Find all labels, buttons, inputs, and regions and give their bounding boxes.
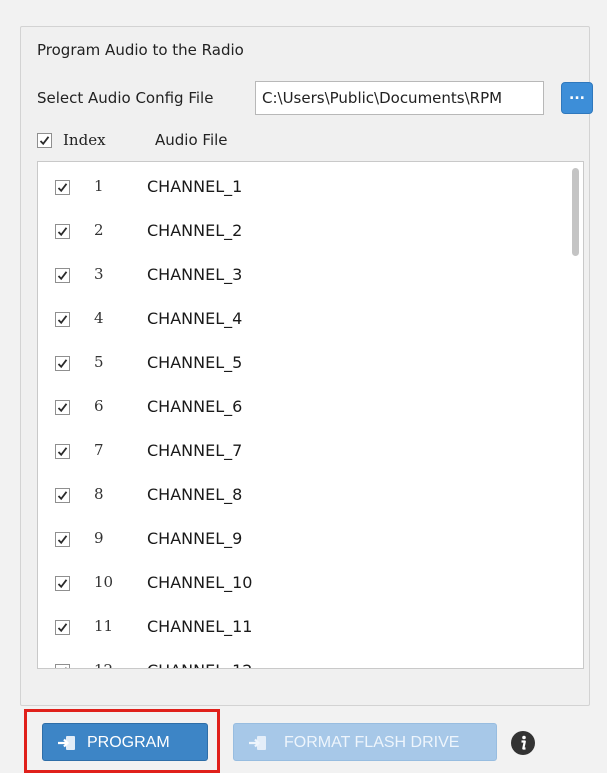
row-index: 12 [94, 661, 113, 668]
row-index: 7 [94, 441, 104, 459]
index-column-header: Index [63, 131, 106, 149]
table-row[interactable]: 11 CHANNEL_11 [38, 606, 558, 650]
table-row[interactable]: 2 CHANNEL_2 [38, 210, 558, 254]
table-row[interactable]: 3 CHANNEL_3 [38, 254, 558, 298]
row-audio-file: CHANNEL_5 [147, 353, 243, 372]
row-audio-file: CHANNEL_10 [147, 573, 253, 592]
table-row[interactable]: 10 CHANNEL_10 [38, 562, 558, 606]
program-button-highlight [24, 709, 220, 773]
audio-file-list[interactable]: 1 CHANNEL_1 2 CHANNEL_2 3 CHANNEL_3 4 CHANNEL_4… [37, 161, 584, 669]
table-row[interactable]: 5 CHANNEL_5 [38, 342, 558, 386]
row-checkbox[interactable] [55, 180, 70, 195]
row-index: 3 [94, 265, 104, 283]
row-audio-file: CHANNEL_4 [147, 309, 243, 328]
table-row[interactable]: 4 CHANNEL_4 [38, 298, 558, 342]
row-audio-file: CHANNEL_9 [147, 529, 243, 548]
row-audio-file: CHANNEL_12 [147, 661, 252, 668]
row-index: 5 [94, 353, 104, 371]
row-checkbox[interactable] [55, 664, 70, 668]
row-audio-file: CHANNEL_7 [147, 441, 243, 460]
row-checkbox[interactable] [55, 444, 70, 459]
row-audio-file: CHANNEL_6 [147, 397, 243, 416]
info-icon[interactable] [511, 731, 535, 755]
usb-arrow-icon [249, 736, 266, 750]
scrollbar-thumb[interactable] [572, 168, 579, 256]
program-audio-panel: Program Audio to the Radio Select Audio … [20, 26, 593, 706]
row-checkbox[interactable] [55, 268, 70, 283]
row-checkbox[interactable] [55, 356, 70, 371]
format-flash-drive-button[interactable]: FORMAT FLASH DRIVE [233, 723, 497, 761]
row-checkbox[interactable] [55, 400, 70, 415]
row-index: 11 [94, 617, 114, 635]
table-row[interactable]: 9 CHANNEL_9 [38, 518, 558, 562]
row-index: 9 [94, 529, 104, 547]
row-checkbox[interactable] [55, 488, 70, 503]
row-checkbox[interactable] [55, 620, 70, 635]
config-file-label: Select Audio Config File [37, 89, 214, 107]
row-audio-file: CHANNEL_3 [147, 265, 243, 284]
row-index: 4 [94, 309, 104, 327]
table-row[interactable]: 8 CHANNEL_8 [38, 474, 558, 518]
row-index: 1 [94, 177, 104, 195]
table-row[interactable]: 6 CHANNEL_6 [38, 386, 558, 430]
row-audio-file: CHANNEL_8 [147, 485, 243, 504]
row-checkbox[interactable] [55, 532, 70, 547]
row-checkbox[interactable] [55, 312, 70, 327]
table-row[interactable]: 7 CHANNEL_7 [38, 430, 558, 474]
row-index: 10 [94, 573, 114, 591]
config-file-path-input[interactable] [255, 81, 544, 115]
row-audio-file: CHANNEL_2 [147, 221, 243, 240]
audio-file-column-header: Audio File [155, 131, 228, 149]
row-checkbox[interactable] [55, 224, 70, 239]
row-index: 6 [94, 397, 104, 415]
row-index: 8 [94, 485, 104, 503]
row-audio-file: CHANNEL_1 [147, 177, 243, 196]
table-row[interactable]: 12 CHANNEL_12 [38, 650, 558, 668]
table-row[interactable]: 1 CHANNEL_1 [38, 166, 558, 210]
select-all-checkbox[interactable] [37, 133, 52, 148]
row-index: 2 [94, 221, 104, 239]
panel-title: Program Audio to the Radio [37, 41, 244, 59]
list-scrollbar[interactable] [567, 162, 583, 668]
format-button-label: FORMAT FLASH DRIVE [284, 734, 460, 751]
row-audio-file: CHANNEL_11 [147, 617, 253, 636]
row-checkbox[interactable] [55, 576, 70, 591]
browse-button[interactable]: ... [561, 82, 593, 114]
